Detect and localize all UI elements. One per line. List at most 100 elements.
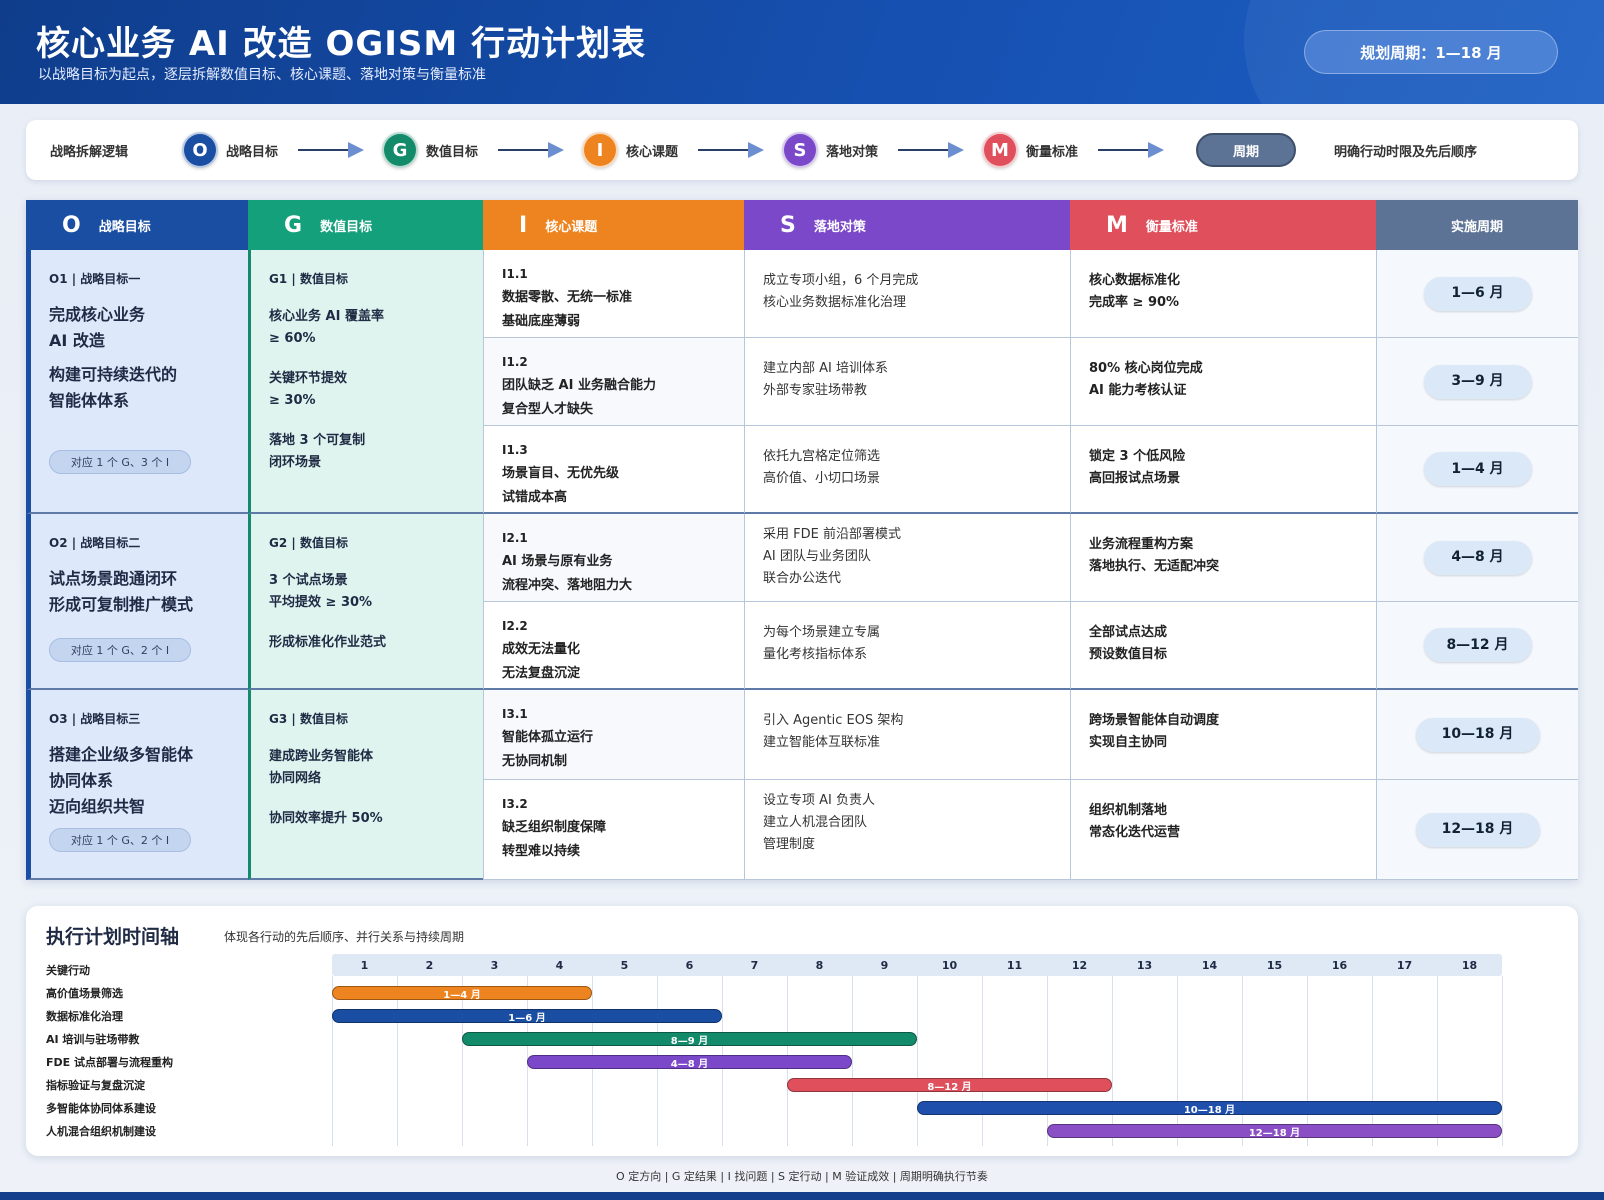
objective-head: O2 | 战略目标二 — [49, 536, 141, 550]
measure-line: 常态化迭代运营 — [1089, 825, 1181, 840]
logic-label: 战略拆解逻辑 — [50, 144, 129, 160]
logic-step-label: 衡量标准 — [1026, 144, 1079, 160]
measure-line: 80% 核心岗位完成 — [1089, 361, 1203, 376]
strategy-line: 依托九宫格定位筛选 — [763, 449, 881, 464]
month-tick: 12 — [1071, 958, 1088, 972]
goal-cell-g1: G1 | 数值目标 核心业务 AI 覆盖率 ≥ 60% 关键环节提效 ≥ 30%… — [248, 250, 483, 514]
grid-line — [462, 976, 463, 1146]
header-g: G 数值目标 — [248, 200, 483, 250]
issue-line: AI 场景与原有业务 — [502, 554, 613, 569]
logic-step-g: G 数值目标 — [382, 132, 582, 168]
page-subtitle: 以战略目标为起点，逐层拆解数值目标、核心课题、落地对策与衡量标准 — [38, 67, 486, 83]
period-chip: 周期 — [1196, 133, 1296, 167]
task-bar: 8—9 月 — [462, 1032, 917, 1047]
measure-cell: 全部试点达成 预设数值目标 — [1070, 602, 1376, 690]
measure-cell: 跨场景智能体自动调度 实现自主协同 — [1070, 690, 1376, 780]
execution-timeline: 执行计划时间轴 体现各行动的先后顺序、并行关系与持续周期 关键行动 123456… — [26, 906, 1578, 1156]
issue-line: 复合型人才缺失 — [502, 402, 594, 417]
header-i: I 核心课题 — [483, 200, 744, 250]
period-chip: 1—6 月 — [1423, 276, 1532, 311]
strategy-line: 设立专项 AI 负责人 — [763, 793, 875, 808]
measure-line: 业务流程重构方案 — [1089, 537, 1194, 552]
strategy-cell: 建立内部 AI 培训体系 外部专家驻场带教 — [744, 338, 1070, 426]
objective-mapping-chip: 对应 1 个 G、3 个 I — [49, 450, 191, 474]
month-tick: 11 — [1006, 958, 1023, 972]
logic-step-label: 核心课题 — [626, 144, 679, 160]
objective-head: O1 | 战略目标一 — [49, 272, 141, 286]
issue-cell: I1.1 数据零散、无统一标准 基础底座薄弱 — [483, 250, 744, 338]
issue-cell: I1.3 场景盲目、无优先级 试错成本高 — [483, 426, 744, 514]
footer-note: O 定方向 | G 定结果 | I 找问题 | S 定行动 | M 验证成效 |… — [616, 1170, 988, 1183]
grid-line — [1372, 976, 1373, 1146]
period-cell: 1—6 月 — [1376, 250, 1578, 338]
period-chip: 4—8 月 — [1423, 540, 1532, 575]
objective-text: 试点场景跑通闭环 — [49, 569, 178, 588]
measure-line: 完成率 ≥ 90% — [1089, 295, 1180, 310]
goal-line: 协同网络 — [269, 771, 322, 786]
task-label: 指标验证与复盘沉淀 — [46, 1079, 145, 1092]
month-tick: 9 — [880, 958, 889, 972]
strategy-line: 建立人机混合团队 — [763, 815, 868, 830]
period-cell: 1—4 月 — [1376, 426, 1578, 514]
task-label: 高价值场景筛选 — [46, 987, 123, 1000]
strategy-line: 量化考核指标体系 — [763, 647, 868, 662]
goal-line: ≥ 30% — [269, 393, 316, 408]
goal-line: 3 个试点场景 — [269, 573, 348, 588]
measure-line: 核心数据标准化 — [1089, 273, 1181, 288]
objective-head: O3 | 战略目标三 — [49, 712, 141, 726]
objective-text: 完成核心业务 — [49, 305, 146, 324]
header-label: 落地对策 — [813, 219, 866, 235]
month-tick: 1 — [360, 958, 369, 972]
issue-code: I2.1 — [502, 531, 528, 545]
header-letter: M — [1106, 212, 1128, 238]
period-cell: 10—18 月 — [1376, 690, 1578, 780]
measure-line: AI 能力考核认证 — [1089, 383, 1187, 398]
header-letter: I — [519, 212, 528, 238]
objective-text: 协同体系 — [49, 771, 114, 790]
header-letter: G — [284, 212, 303, 238]
objective-cell-o2: O2 | 战略目标二 试点场景跑通闭环 形成可复制推广模式 对应 1 个 G、2… — [26, 514, 248, 690]
grid-line — [1437, 976, 1438, 1146]
measure-cell: 组织机制落地 常态化迭代运营 — [1070, 780, 1376, 880]
month-tick: 4 — [555, 958, 564, 972]
strategy-line: 建立内部 AI 培训体系 — [763, 361, 888, 376]
task-bar: 1—6 月 — [332, 1009, 722, 1024]
grid-line — [852, 976, 853, 1146]
goal-line: 形成标准化作业范式 — [269, 635, 387, 650]
header-period: 实施周期 — [1376, 200, 1578, 250]
objective-text: 形成可复制推广模式 — [49, 595, 194, 614]
task-bar: 12—18 月 — [1047, 1124, 1502, 1139]
period-chip: 12—18 月 — [1415, 812, 1540, 847]
grid-line — [982, 976, 983, 1146]
task-label: AI 培训与驻场带教 — [46, 1033, 140, 1046]
objective-text: 智能体体系 — [49, 391, 130, 410]
goal-line: 平均提效 ≥ 30% — [269, 595, 373, 610]
header-label: 战略目标 — [98, 219, 151, 235]
grid-line — [1502, 976, 1503, 1146]
measure-cell: 业务流程重构方案 落地执行、无适配冲突 — [1070, 514, 1376, 602]
measure-line: 落地执行、无适配冲突 — [1089, 559, 1220, 574]
month-tick: 8 — [815, 958, 824, 972]
logic-step-label: 落地对策 — [826, 144, 879, 160]
timeline-title: 执行计划时间轴 — [46, 926, 180, 948]
issue-cell: I2.1 AI 场景与原有业务 流程冲突、落地阻力大 — [483, 514, 744, 602]
logic-step-label: 数值目标 — [426, 144, 479, 160]
objective-cell-o3: O3 | 战略目标三 搭建企业级多智能体 协同体系 迈向组织共智 对应 1 个 … — [26, 690, 248, 880]
task-label: FDE 试点部署与流程重构 — [46, 1056, 173, 1069]
logic-step-s: S 落地对策 — [782, 132, 982, 168]
table-header: O 战略目标 G 数值目标 I 核心课题 S 落地对策 M 衡量标准 实施周期 — [26, 200, 1578, 250]
measure-line: 组织机制落地 — [1089, 803, 1168, 818]
grid-line — [1047, 976, 1048, 1146]
month-tick: 2 — [425, 958, 434, 972]
goal-line: 落地 3 个可复制 — [269, 433, 366, 448]
period-chip: 1—4 月 — [1423, 452, 1532, 486]
month-tick: 15 — [1266, 958, 1283, 972]
issue-line: 团队缺乏 AI 业务融合能力 — [502, 378, 656, 393]
issue-cell: I2.2 成效无法量化 无法复盘沉淀 — [483, 602, 744, 690]
grid-line — [397, 976, 398, 1146]
issue-line: 数据零散、无统一标准 — [502, 290, 633, 305]
timeline-subtitle: 体现各行动的先后顺序、并行关系与持续周期 — [224, 930, 465, 944]
i-badge-icon: I — [582, 132, 618, 168]
month-tick: 18 — [1461, 958, 1478, 972]
issue-line: 缺乏组织制度保障 — [502, 820, 607, 835]
